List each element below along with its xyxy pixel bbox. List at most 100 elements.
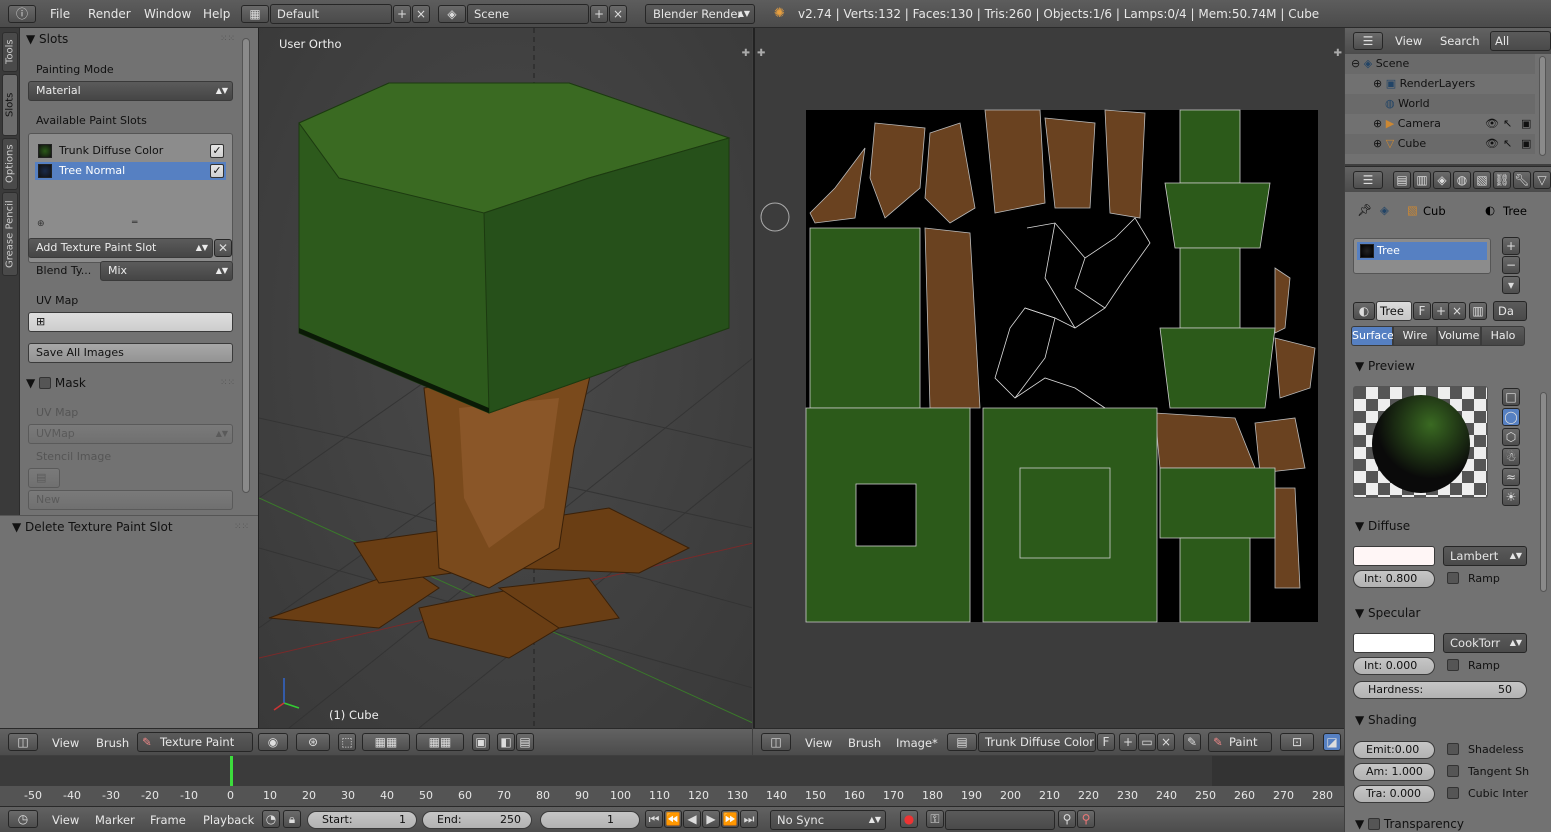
open-image-icon[interactable]: ▭ bbox=[1138, 733, 1156, 751]
cursor-icon[interactable]: ↖ bbox=[1503, 114, 1512, 134]
layers-grid-2-icon[interactable]: ▦▦ bbox=[416, 733, 464, 751]
record-icon[interactable]: ● bbox=[900, 810, 918, 828]
tab-options[interactable]: Options bbox=[2, 138, 18, 190]
edit-mode-dropdown[interactable]: ✎ Paint bbox=[1208, 732, 1272, 752]
tab-halo[interactable]: Halo bbox=[1481, 326, 1525, 346]
list-item[interactable]: Trunk Diffuse Color ✓ bbox=[35, 142, 226, 160]
blend-type-dropdown[interactable]: Mix ▲▼ bbox=[100, 261, 233, 281]
properties-scrollbar[interactable] bbox=[1540, 392, 1547, 592]
eye-icon[interactable]: 👁︎ bbox=[1485, 134, 1499, 154]
transparency-checkbox[interactable] bbox=[1368, 818, 1381, 830]
modifier-tab-icon[interactable]: 🔧︎ bbox=[1513, 171, 1531, 189]
render-icon[interactable]: ▣ bbox=[1521, 114, 1531, 134]
timeline-editor[interactable]: -50 -40 -30 -20 -10 0 10 20 30 40 50 60 … bbox=[0, 756, 1344, 806]
keying-set-icon[interactable]: ⚿ bbox=[926, 810, 944, 828]
uv-sync-icon[interactable]: ◪ bbox=[1323, 733, 1341, 751]
viewport-3d[interactable]: User Ortho (1) Cube ✚ bbox=[258, 28, 752, 728]
slot-checkbox[interactable]: ✓ bbox=[210, 164, 224, 178]
render-tab-icon[interactable]: ▤ bbox=[1393, 171, 1411, 189]
unlink-material-icon[interactable]: × bbox=[1448, 302, 1466, 320]
menu-playback[interactable]: Playback bbox=[203, 813, 254, 827]
material-browse-icon[interactable]: ◐ bbox=[1353, 302, 1375, 320]
tab-grease-pencil[interactable]: Grease Pencil bbox=[2, 192, 18, 276]
uv-map-field[interactable]: ⊞ bbox=[28, 312, 233, 332]
link-type-dropdown[interactable]: Da bbox=[1493, 301, 1527, 321]
drag-handle-icon[interactable]: ⁙⁙ bbox=[220, 378, 235, 388]
add-material-slot-icon[interactable]: + bbox=[1502, 237, 1520, 255]
preview-range-icon[interactable]: ◔ bbox=[262, 810, 280, 828]
menu-view[interactable]: View bbox=[52, 736, 79, 750]
lock-layers-icon[interactable]: ▣ bbox=[472, 733, 490, 751]
eye-icon[interactable]: 👁︎ bbox=[1485, 114, 1499, 134]
image-browse-icon[interactable]: ▤ bbox=[947, 733, 977, 751]
image-editor-view[interactable]: ✚ ✚ bbox=[753, 28, 1344, 728]
remove-layout-icon[interactable]: × bbox=[412, 5, 430, 23]
jump-keyframe-back-icon[interactable]: ⏪ bbox=[664, 810, 682, 828]
preview-panel-header[interactable]: ▼ Preview bbox=[1355, 359, 1415, 373]
image-name-field[interactable]: Trunk Diffuse Color bbox=[978, 732, 1096, 752]
shelf-scrollbar[interactable] bbox=[242, 38, 250, 493]
insert-keyframe-icon[interactable]: ⚲ bbox=[1058, 810, 1076, 828]
tab-surface[interactable]: Surface bbox=[1351, 326, 1394, 346]
lock-range-icon[interactable]: 🔒︎ bbox=[283, 810, 301, 828]
render-preview-icon[interactable]: ◧ bbox=[497, 733, 515, 751]
mask-panel-header[interactable]: ▼ Mask bbox=[26, 375, 86, 390]
pivot-icon[interactable]: ⊡ bbox=[1280, 733, 1314, 751]
preview-sphere-icon[interactable]: ◯ bbox=[1502, 408, 1520, 426]
transparency-panel-header[interactable]: ▼ Transparency bbox=[1355, 816, 1464, 831]
menu-marker[interactable]: Marker bbox=[95, 813, 135, 827]
editor-type-icon[interactable]: ◷ bbox=[8, 810, 38, 828]
tab-slots[interactable]: Slots bbox=[2, 74, 18, 136]
menu-frame[interactable]: Frame bbox=[150, 813, 186, 827]
fake-user-button[interactable]: F bbox=[1097, 733, 1115, 751]
material-name-field[interactable]: Tree bbox=[1376, 301, 1412, 321]
hardness-field[interactable]: Hardness: 50 bbox=[1353, 681, 1527, 699]
tangent-shading-checkbox[interactable] bbox=[1447, 765, 1459, 777]
menu-search[interactable]: Search bbox=[1440, 34, 1480, 48]
menu-view[interactable]: View bbox=[1395, 34, 1422, 48]
preview-flat-icon[interactable]: □ bbox=[1502, 388, 1520, 406]
remove-scene-icon[interactable]: × bbox=[609, 5, 627, 23]
jump-end-icon[interactable]: ⏭ bbox=[740, 810, 758, 828]
specular-ramp-checkbox[interactable] bbox=[1447, 659, 1459, 671]
layers-tab-icon[interactable]: ▥ bbox=[1413, 171, 1431, 189]
diffuse-shader-dropdown[interactable]: Lambert ▲▼ bbox=[1443, 546, 1527, 566]
menu-help[interactable]: Help bbox=[203, 7, 230, 21]
specular-intensity-field[interactable]: Int: 0.000 bbox=[1353, 657, 1435, 675]
scene-icon[interactable]: ◈ bbox=[438, 5, 466, 23]
area-split-icon[interactable]: ✚ bbox=[757, 48, 765, 59]
list-item[interactable]: Tree bbox=[1357, 242, 1487, 260]
sync-mode-dropdown[interactable]: No Sync ▲▼ bbox=[770, 810, 886, 830]
world-tab-icon[interactable]: ◍ bbox=[1453, 171, 1471, 189]
outliner-item-renderlayers[interactable]: ⊕ ▣ RenderLayers bbox=[1345, 74, 1535, 94]
pin-icon[interactable]: ✎ bbox=[1183, 733, 1201, 751]
render-icon[interactable]: ▣ bbox=[1521, 134, 1531, 154]
menu-view[interactable]: View bbox=[805, 736, 832, 750]
specular-shader-dropdown[interactable]: CookTorr ▲▼ bbox=[1443, 633, 1527, 653]
data-tab-icon[interactable]: ▽ bbox=[1533, 171, 1551, 189]
ambient-field[interactable]: Am: 1.000 bbox=[1353, 763, 1435, 781]
menu-file[interactable]: File bbox=[50, 7, 70, 21]
mode-dropdown[interactable]: ✎ Texture Paint bbox=[137, 732, 253, 752]
preview-cube-icon[interactable]: ⬡ bbox=[1502, 428, 1520, 446]
layout-field[interactable]: Default bbox=[270, 4, 392, 24]
screen-layout-icon[interactable]: ▦ bbox=[241, 5, 269, 23]
node-icon[interactable]: ▥ bbox=[1469, 302, 1487, 320]
cubic-interpolation-checkbox[interactable] bbox=[1447, 787, 1459, 799]
anim-render-icon[interactable]: ▤ bbox=[516, 733, 534, 751]
editor-type-icon[interactable]: ◫ bbox=[761, 733, 791, 751]
tab-tools[interactable]: Tools bbox=[2, 32, 18, 72]
material-specials-icon[interactable]: ▾ bbox=[1502, 276, 1520, 294]
shading-panel-header[interactable]: ▼ Shading bbox=[1355, 713, 1417, 727]
list-item[interactable]: Tree Normal ✓ bbox=[35, 162, 226, 180]
editor-type-icon[interactable]: ☰ bbox=[1353, 171, 1383, 189]
delete-keyframe-icon[interactable]: ⚲ bbox=[1077, 810, 1095, 828]
menu-image[interactable]: Image* bbox=[896, 736, 938, 750]
cursor-icon[interactable]: ↖ bbox=[1503, 134, 1512, 154]
operator-panel-header[interactable]: ▼ Delete Texture Paint Slot bbox=[12, 520, 173, 534]
viewport-shading-icon[interactable]: ◉ bbox=[258, 733, 288, 751]
mask-uv-map-dropdown[interactable]: UVMap ▲▼ bbox=[28, 424, 233, 444]
preview-sky-icon[interactable]: ☀ bbox=[1502, 488, 1520, 506]
layers-grid-icon[interactable]: ▦▦ bbox=[362, 733, 410, 751]
emit-field[interactable]: Emit:0.00 bbox=[1353, 741, 1435, 759]
